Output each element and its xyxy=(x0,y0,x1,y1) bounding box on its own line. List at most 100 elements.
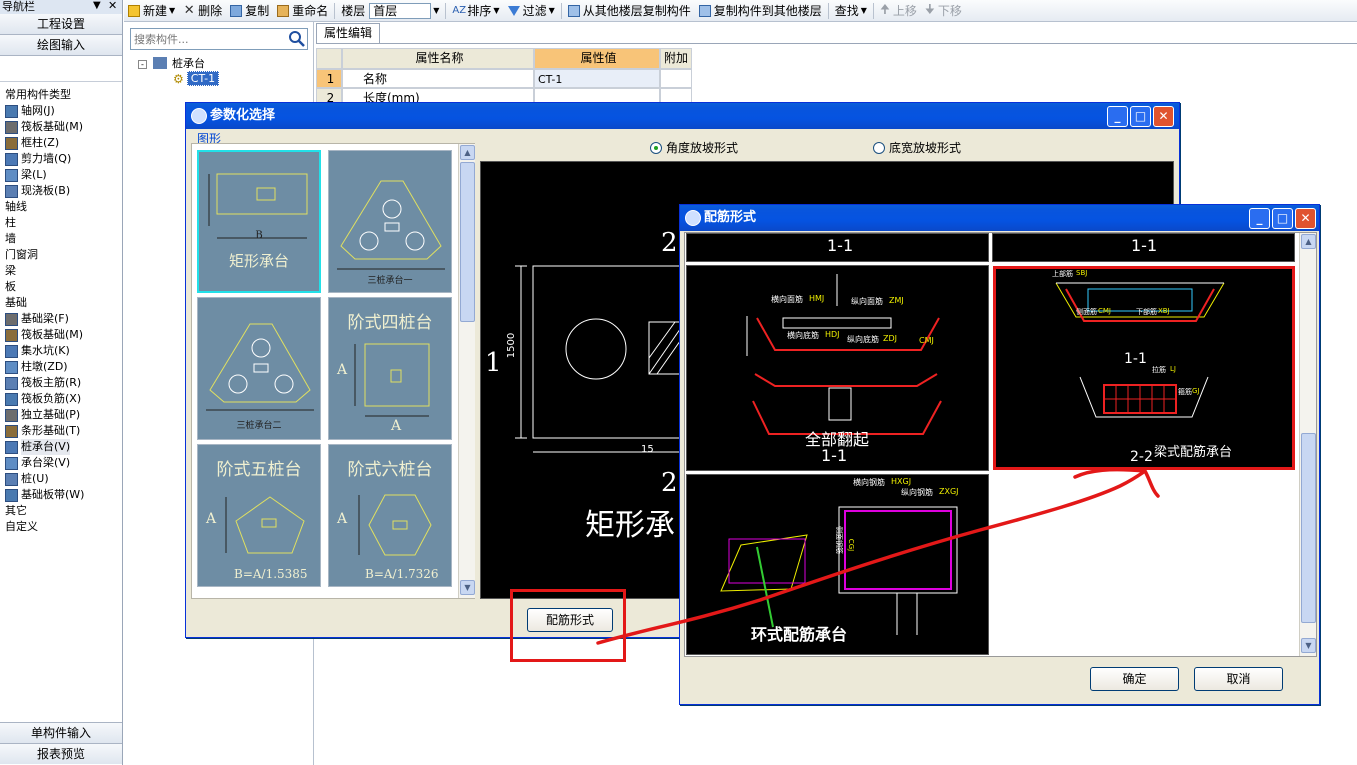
nav-tree-item[interactable]: 条形基础(T) xyxy=(0,423,122,439)
thumb-rect-cap[interactable]: 矩形承台 B xyxy=(197,150,321,293)
thumb-step-six-pile[interactable]: 阶式六桩台 A B=A/1.7326 xyxy=(328,444,452,587)
property-grid: 属性名称 属性值 附加 1 名称 CT-1 2 长度(mm) xyxy=(316,48,692,108)
delete-button[interactable]: ✕ 删除 xyxy=(179,1,226,21)
search-input[interactable] xyxy=(130,28,308,50)
nav-tree-item[interactable]: 门窗洞 xyxy=(0,247,122,263)
nav-tree-item[interactable]: 筏板主筋(R) xyxy=(0,375,122,391)
nav-tree-item[interactable]: 基础板带(W) xyxy=(0,487,122,503)
component-type-icon xyxy=(5,184,18,198)
cancel-button[interactable]: 取消 xyxy=(1194,667,1283,691)
move-up-button[interactable]: 🠉 上移 xyxy=(876,1,921,21)
nav-tree-item[interactable]: 梁 xyxy=(0,263,122,279)
component-type-icon xyxy=(5,424,18,438)
radio-unselected-icon[interactable] xyxy=(873,141,885,154)
thumb-three-pile-1[interactable]: 三桩承台一 xyxy=(328,150,452,293)
maximize-button[interactable]: □ xyxy=(1272,208,1293,229)
nav-tree-item[interactable]: 独立基础(P) xyxy=(0,407,122,423)
move-down-button[interactable]: 🠋 下移 xyxy=(921,1,966,21)
nav-tree-item[interactable]: 板 xyxy=(0,279,122,295)
rebar-form-button[interactable]: 配筋形式 xyxy=(527,608,613,632)
navigation-panel: 导航栏 ▼ ✕ 工程设置 绘图输入 常用构件类型 轴网(J) 筏板基础(M) 框柱(Z… xyxy=(0,0,123,765)
radio-selected-icon[interactable] xyxy=(650,141,662,154)
maximize-button[interactable]: □ xyxy=(1130,106,1151,127)
row-value-input[interactable]: CT-1 xyxy=(534,69,660,88)
tab-property-editor[interactable]: 属性编辑 xyxy=(316,23,380,43)
nav-tree-item[interactable]: 自定义 xyxy=(0,519,122,535)
thumb-step-six-pile-drawing xyxy=(358,494,432,556)
thumb-three-pile-2[interactable]: 三桩承台二 xyxy=(197,297,321,440)
shape-list-scrollbar[interactable]: ▲ ▼ xyxy=(458,144,475,598)
rebar-list-scrollbar[interactable]: ▲ ▼ xyxy=(1299,233,1316,656)
scroll-up-icon[interactable]: ▲ xyxy=(1301,234,1316,249)
nav-tree-item[interactable]: 筏板基础(M) xyxy=(0,327,122,343)
scroll-thumb[interactable] xyxy=(1301,433,1316,623)
copy-from-floor-button[interactable]: 从其他楼层复制构件 xyxy=(564,1,695,21)
tree-node-root[interactable]: - 桩承台 xyxy=(138,55,205,71)
nav-tree-item[interactable]: 基础梁(F) xyxy=(0,311,122,327)
rename-icon xyxy=(277,4,290,17)
nav-button-single-input[interactable]: 单构件输入 xyxy=(0,722,122,743)
nav-tree-item[interactable]: 承台梁(V) xyxy=(0,455,122,471)
scroll-up-icon[interactable]: ▲ xyxy=(460,145,475,160)
pin-icon[interactable]: ▼ xyxy=(93,0,101,11)
toolbar-separator xyxy=(445,2,447,19)
nav-button-project-settings[interactable]: 工程设置 xyxy=(0,14,122,35)
nav-tree-item[interactable]: 桩承台(V) xyxy=(0,439,122,455)
row-index: 1 xyxy=(316,69,342,88)
nav-tree-item[interactable]: 基础 xyxy=(0,295,122,311)
collapse-icon[interactable]: - xyxy=(138,60,147,69)
new-icon xyxy=(128,4,140,17)
scroll-down-icon[interactable]: ▼ xyxy=(1301,638,1316,653)
sort-button[interactable]: AZ 排序 ▼ xyxy=(448,1,503,21)
radio-width-slope[interactable]: 底宽放坡形式 xyxy=(873,139,961,156)
nav-button-report-preview[interactable]: 报表预览 xyxy=(0,743,122,764)
toolbar: 新建 ▼ ✕ 删除 复制 重命名 楼层 首层 ▼ AZ 排序 ▼ 过滤 ▼ 从其他楼层复制构件… xyxy=(124,0,1357,22)
nav-tree-item[interactable]: 框柱(Z) xyxy=(0,135,122,151)
thumb-title: 矩形承台 xyxy=(228,252,289,270)
copy-button[interactable]: 复制 xyxy=(226,1,273,21)
rebar-cell-all-flipped[interactable]: 横向面筋 HMJ 纵向面筋 ZMJ 横向底筋 HDJ 纵向底筋 ZDJ CMJ … xyxy=(686,265,989,471)
ok-button[interactable]: 确定 xyxy=(1090,667,1179,691)
minimize-button[interactable]: _ xyxy=(1249,208,1270,229)
minimize-button[interactable]: _ xyxy=(1107,106,1128,127)
radio-angle-slope[interactable]: 角度放坡形式 xyxy=(650,139,738,156)
new-button[interactable]: 新建 ▼ xyxy=(124,1,179,21)
nav-tree-item[interactable]: 筏板负筋(X) xyxy=(0,391,122,407)
chevron-down-icon[interactable]: ▼ xyxy=(433,6,439,15)
nav-divider xyxy=(0,56,122,82)
nav-tree-item[interactable]: 常用构件类型 xyxy=(0,87,122,103)
find-button[interactable]: 查找 ▼ xyxy=(831,1,871,21)
close-button[interactable]: ✕ xyxy=(1295,208,1316,229)
thumb-step-five-pile[interactable]: 阶式五桩台 A B=A/1.5385 xyxy=(197,444,321,587)
nav-button-drawing-input[interactable]: 绘图输入 xyxy=(0,35,122,56)
nav-tree-item[interactable]: 梁(L) xyxy=(0,167,122,183)
scroll-down-icon[interactable]: ▼ xyxy=(460,580,475,595)
scroll-thumb[interactable] xyxy=(460,162,475,322)
rename-button[interactable]: 重命名 xyxy=(273,1,332,21)
floor-select[interactable]: 首层 xyxy=(369,2,432,19)
copy-to-floor-icon xyxy=(698,4,711,17)
thumb-dim: A xyxy=(337,362,348,378)
nav-tree-item[interactable]: 筏板基础(M) xyxy=(0,119,122,135)
nav-tree-item[interactable]: 轴线 xyxy=(0,199,122,215)
nav-tree-item[interactable]: 桩(U) xyxy=(0,471,122,487)
chevron-down-icon: ▼ xyxy=(548,6,555,15)
nav-tree-item[interactable]: 柱 xyxy=(0,215,122,231)
close-button[interactable]: ✕ xyxy=(1153,106,1174,127)
nav-tree-item[interactable]: 柱墩(ZD) xyxy=(0,359,122,375)
nav-tree-item[interactable]: 墙 xyxy=(0,231,122,247)
tree-node-ct1[interactable]: ⚙ CT-1 xyxy=(173,71,220,86)
rebar-cell-beam-type[interactable]: 上部筋 SBJ 侧面筋 CMJ 下部筋 XBJ 拉筋 LJ 箍筋 GJ 1-1 … xyxy=(993,266,1295,470)
thumb-step-four-pile[interactable]: 阶式四桩台 A A xyxy=(328,297,452,440)
nav-tree-item[interactable]: 现浇板(B) xyxy=(0,183,122,199)
thumb-dim: A xyxy=(391,418,402,434)
nav-tree-item[interactable]: 其它 xyxy=(0,503,122,519)
nav-tree-item[interactable]: 轴网(J) xyxy=(0,103,122,119)
search-icon[interactable] xyxy=(287,29,307,49)
rebar-cell-ring-type[interactable]: 横向钢筋 HXGJ 纵向钢筋 ZXGJ 侧面钢筋 CGJ 环式配筋承台 xyxy=(686,474,989,655)
filter-button[interactable]: 过滤 ▼ xyxy=(504,1,559,21)
nav-tree-item[interactable]: 剪力墙(Q) xyxy=(0,151,122,167)
nav-tree-item[interactable]: 集水坑(K) xyxy=(0,343,122,359)
copy-to-floor-button[interactable]: 复制构件到其他楼层 xyxy=(695,1,826,21)
close-icon[interactable]: ✕ xyxy=(108,0,117,12)
